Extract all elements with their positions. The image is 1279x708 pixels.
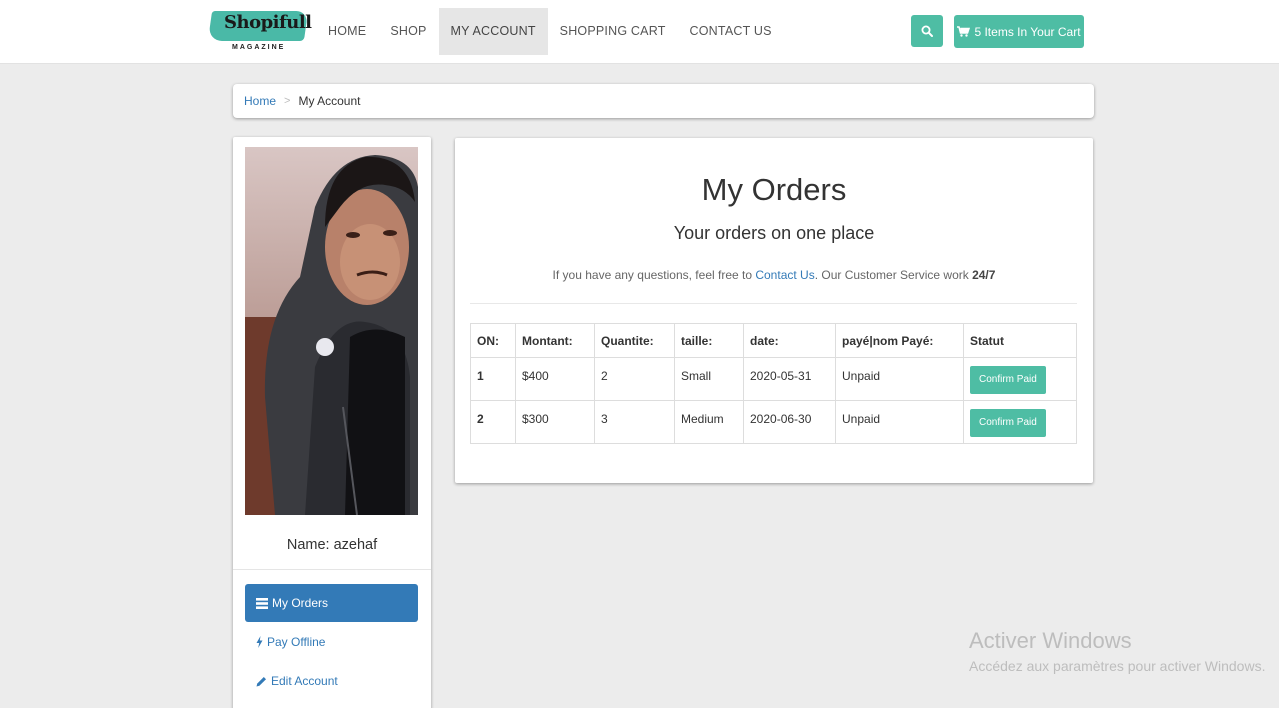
nav-my-account[interactable]: MY ACCOUNT [438, 8, 548, 55]
col-montant: Montant: [515, 323, 595, 358]
cart-icon [957, 26, 971, 37]
breadcrumb-current: My Account [298, 94, 361, 108]
note-hours: 24/7 [972, 268, 996, 282]
logo-sub: MAGAZINE [232, 44, 286, 51]
orders-panel: My Orders Your orders on one place If yo… [455, 138, 1093, 483]
shopifull-logo[interactable]: Shopifull MAGAZINE [207, 7, 312, 53]
note-before: If you have any questions, feel free to [552, 268, 756, 282]
orders-table: ON: Montant: Quantite: taille: date: pay… [470, 323, 1077, 444]
col-statut: Statut [963, 323, 1077, 358]
list-icon [256, 597, 268, 609]
cell-paye: Unpaid [835, 357, 964, 401]
cart-button[interactable]: 5 Items In Your Cart [954, 15, 1084, 48]
table-row: 1 $400 2 Small 2020-05-31 Unpaid Confirm… [470, 357, 1077, 401]
nav-home[interactable]: HOME [316, 8, 378, 55]
bolt-icon [256, 636, 263, 648]
confirm-paid-button[interactable]: Confirm Paid [970, 366, 1046, 394]
windows-activation-subtitle: Accédez aux paramètres pour activer Wind… [969, 658, 1266, 674]
pencil-icon [256, 676, 266, 686]
col-taille: taille: [674, 323, 744, 358]
col-on: ON: [470, 323, 516, 358]
menu-my-orders-label: My Orders [272, 596, 329, 610]
table-row: 2 $300 3 Medium 2020-06-30 Unpaid Confir… [470, 400, 1077, 444]
windows-activation-title: Activer Windows [969, 628, 1132, 653]
breadcrumb: Home > My Account [233, 84, 1094, 118]
nav-shopping-cart[interactable]: SHOPPING CART [548, 8, 678, 55]
search-icon [921, 25, 933, 37]
cell-quantite: 3 [594, 400, 675, 444]
cell-date: 2020-06-30 [743, 400, 836, 444]
sidebar-divider [233, 569, 431, 570]
cell-statut: Confirm Paid [963, 400, 1077, 444]
breadcrumb-home[interactable]: Home [244, 94, 276, 108]
cell-quantite: 2 [594, 357, 675, 401]
nav-shop[interactable]: SHOP [378, 8, 438, 55]
cell-date: 2020-05-31 [743, 357, 836, 401]
breadcrumb-separator: > [284, 95, 291, 107]
profile-name: Name: azehaf [286, 537, 378, 553]
panel-divider [470, 303, 1077, 304]
page-title: My Orders [701, 172, 847, 207]
logo-brand: Shopifull [224, 12, 312, 33]
cell-taille: Medium [674, 400, 744, 444]
note-middle: . Our Customer Service work [814, 268, 973, 282]
account-sidebar: Name: azehaf My Orders Pay Offline Edit … [233, 137, 431, 708]
contact-note: If you have any questions, feel free to … [455, 268, 1093, 282]
page-subtitle: Your orders on one place [673, 223, 875, 243]
confirm-paid-button[interactable]: Confirm Paid [970, 409, 1046, 437]
cell-montant: $300 [515, 400, 595, 444]
contact-us-link[interactable]: Contact Us [755, 268, 814, 282]
nav-contact-us[interactable]: CONTACT US [678, 8, 784, 55]
search-button[interactable] [911, 15, 943, 47]
menu-edit-account[interactable]: Edit Account [245, 662, 418, 700]
col-quantite: Quantite: [594, 323, 675, 358]
cell-on: 2 [470, 400, 516, 444]
cart-label: 5 Items In Your Cart [974, 24, 1081, 39]
menu-pay-offline[interactable]: Pay Offline [245, 623, 418, 661]
main-nav: HOME SHOP MY ACCOUNT SHOPPING CART CONTA… [316, 8, 784, 55]
cell-statut: Confirm Paid [963, 357, 1077, 401]
cell-montant: $400 [515, 357, 595, 401]
cell-paye: Unpaid [835, 400, 964, 444]
table-header-row: ON: Montant: Quantite: taille: date: pay… [470, 323, 1077, 358]
top-navbar: Shopifull MAGAZINE HOME SHOP MY ACCOUNT … [0, 0, 1279, 64]
profile-photo [245, 147, 418, 515]
menu-pay-offline-label: Pay Offline [267, 635, 326, 649]
col-paye: payé|nom Payé: [835, 323, 964, 358]
col-date: date: [743, 323, 836, 358]
account-menu: My Orders Pay Offline Edit Account [245, 584, 418, 701]
menu-my-orders[interactable]: My Orders [245, 584, 418, 622]
cell-on: 1 [470, 357, 516, 401]
menu-edit-account-label: Edit Account [271, 674, 338, 688]
cell-taille: Small [674, 357, 744, 401]
